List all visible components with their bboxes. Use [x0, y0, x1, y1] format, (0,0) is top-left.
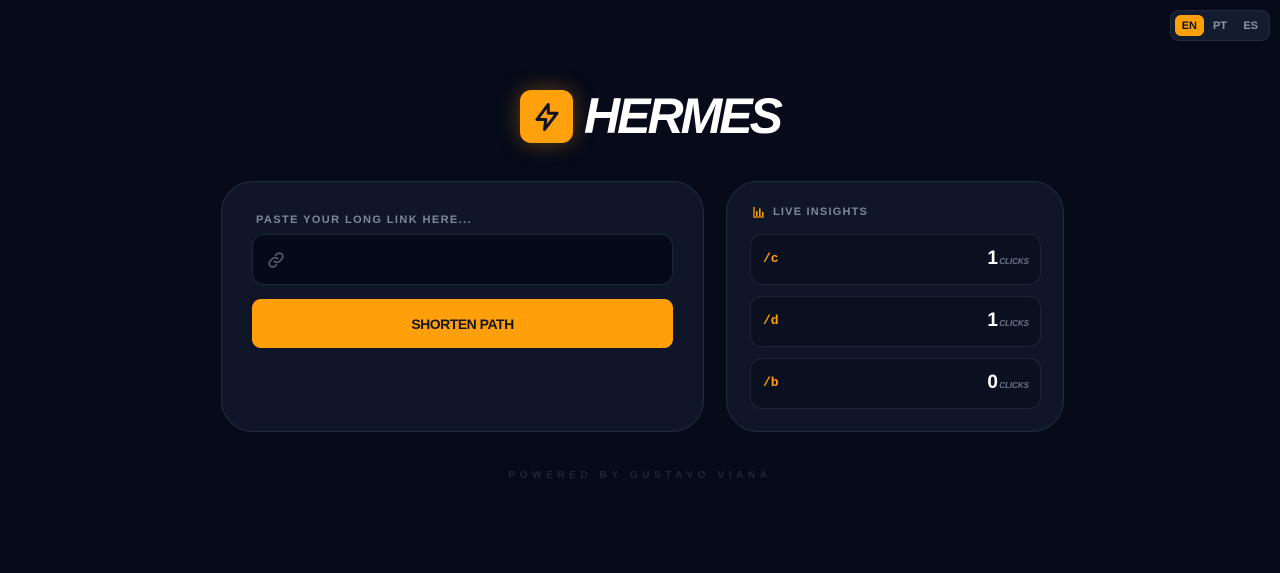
lang-pt-button[interactable]: PT: [1206, 15, 1235, 36]
short-path: /d: [763, 313, 779, 328]
url-input[interactable]: [299, 235, 667, 284]
page: EN PT ES HERMES PASTE YOUR LONG LINK HER…: [0, 0, 1280, 573]
click-count: 0: [987, 372, 998, 393]
insights-title: LIVE INSIGHTS: [773, 206, 869, 218]
list-item[interactable]: /d 1 CLICKS: [750, 296, 1041, 347]
shorten-button[interactable]: SHORTEN PATH: [252, 299, 673, 348]
click-unit: CLICKS: [999, 257, 1029, 266]
click-count: 1: [987, 248, 998, 269]
list-item[interactable]: /b 0 CLICKS: [750, 358, 1041, 409]
bar-chart-icon: [753, 207, 764, 218]
lang-es-button[interactable]: ES: [1236, 15, 1265, 36]
insights-card: LIVE INSIGHTS /c 1 CLICKS /d 1 CLICKS /b…: [726, 181, 1064, 432]
click-count: 1: [987, 310, 998, 331]
url-field-label: PASTE YOUR LONG LINK HERE...: [256, 214, 473, 226]
click-unit: CLICKS: [999, 319, 1029, 328]
lightning-bolt-icon: [520, 90, 573, 143]
footer-credit: POWERED BY GUSTAVO VIANA: [508, 470, 772, 481]
short-path: /c: [763, 251, 779, 266]
lang-en-button[interactable]: EN: [1175, 15, 1204, 36]
link-icon: [268, 252, 284, 268]
insights-header: LIVE INSIGHTS: [753, 206, 868, 218]
click-unit: CLICKS: [999, 381, 1029, 390]
insights-list: /c 1 CLICKS /d 1 CLICKS /b 0 CLICKS: [750, 234, 1041, 420]
brand-name: HERMES: [584, 88, 783, 144]
shortener-card: PASTE YOUR LONG LINK HERE... SHORTEN PAT…: [221, 181, 704, 432]
brand-header: HERMES: [520, 88, 783, 144]
url-input-container: [252, 234, 673, 285]
language-switcher: EN PT ES: [1170, 10, 1270, 41]
short-path: /b: [763, 375, 779, 390]
list-item[interactable]: /c 1 CLICKS: [750, 234, 1041, 285]
